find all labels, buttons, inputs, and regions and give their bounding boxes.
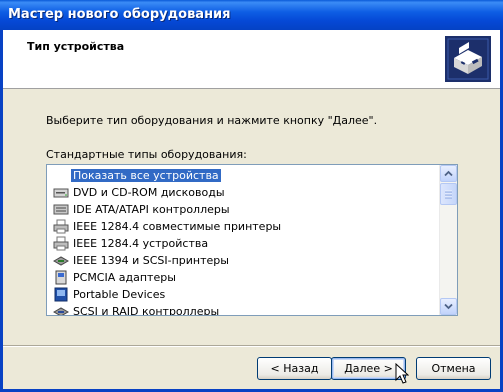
scsi-controller-icon xyxy=(53,307,69,315)
list-item-ieee1394[interactable]: IEEE 1394 и SCSI-принтеры xyxy=(51,252,441,269)
list-item-label: PCMCIA адаптеры xyxy=(73,271,176,284)
list-item-label: IEEE 1394 и SCSI-принтеры xyxy=(73,254,229,267)
ide-controller-icon xyxy=(53,204,69,215)
hardware-type-list[interactable]: Показать все устройства DVD и CD-ROM дис… xyxy=(46,164,458,316)
chevron-up-icon xyxy=(444,170,453,177)
cd-drive-icon xyxy=(53,188,69,198)
list-item-label: Portable Devices xyxy=(73,288,166,301)
list-item-label: SCSI и RAID контроллеры xyxy=(73,305,220,315)
grip-icon xyxy=(445,190,452,199)
list-scrollbar[interactable] xyxy=(439,165,457,315)
list-item-pcmcia[interactable]: PCMCIA адаптеры xyxy=(51,269,441,286)
footer-divider xyxy=(3,345,500,347)
list-item-ieee-devices[interactable]: IEEE 1284.4 устройства xyxy=(51,235,441,252)
hardware-types-label: Стандартные типы оборудования: xyxy=(46,148,247,161)
scroll-down-button[interactable] xyxy=(440,298,457,315)
instruction-text: Выберите тип оборудования и нажмите кноп… xyxy=(46,114,378,127)
page-title: Тип устройства xyxy=(27,40,125,53)
list-items-area: Показать все устройства DVD и CD-ROM дис… xyxy=(47,165,441,315)
list-item-ide[interactable]: IDE ATA/ATAPI контроллеры xyxy=(51,201,441,218)
wizard-header: Тип устройства xyxy=(3,30,500,89)
mouse-cursor-icon xyxy=(395,363,409,384)
wizard-window: Мастер нового оборудования Тип устройств… xyxy=(0,0,503,392)
scroll-up-button[interactable] xyxy=(440,165,457,182)
title-bar[interactable]: Мастер нового оборудования xyxy=(0,0,503,30)
list-item-portable-devices[interactable]: Portable Devices xyxy=(51,286,441,303)
list-item-scsi-raid[interactable]: SCSI и RAID контроллеры xyxy=(51,303,441,315)
list-item-label: IEEE 1284.4 устройства xyxy=(73,237,209,250)
cancel-button[interactable]: Отмена xyxy=(416,357,491,380)
portable-device-icon xyxy=(54,287,68,302)
scrollbar-thumb[interactable] xyxy=(440,183,457,205)
back-button[interactable]: < Назад xyxy=(257,357,332,380)
printer-icon xyxy=(53,236,69,251)
list-item-label: Показать все устройства xyxy=(71,169,221,182)
chevron-down-icon xyxy=(444,303,453,310)
list-item-show-all[interactable]: Показать все устройства xyxy=(51,167,441,184)
list-item-dvd-cd[interactable]: DVD и CD-ROM дисководы xyxy=(51,184,441,201)
list-item-label: DVD и CD-ROM дисководы xyxy=(73,186,225,199)
window-title: Мастер нового оборудования xyxy=(8,7,231,22)
hardware-wizard-icon xyxy=(445,36,491,82)
pcmcia-icon xyxy=(55,270,67,285)
list-item-label: IEEE 1284.4 совместимые принтеры xyxy=(73,220,282,233)
printer-icon xyxy=(53,219,69,234)
ieee1394-icon xyxy=(53,256,69,266)
list-item-ieee-printers[interactable]: IEEE 1284.4 совместимые принтеры xyxy=(51,218,441,235)
list-item-label: IDE ATA/ATAPI контроллеры xyxy=(73,203,230,216)
